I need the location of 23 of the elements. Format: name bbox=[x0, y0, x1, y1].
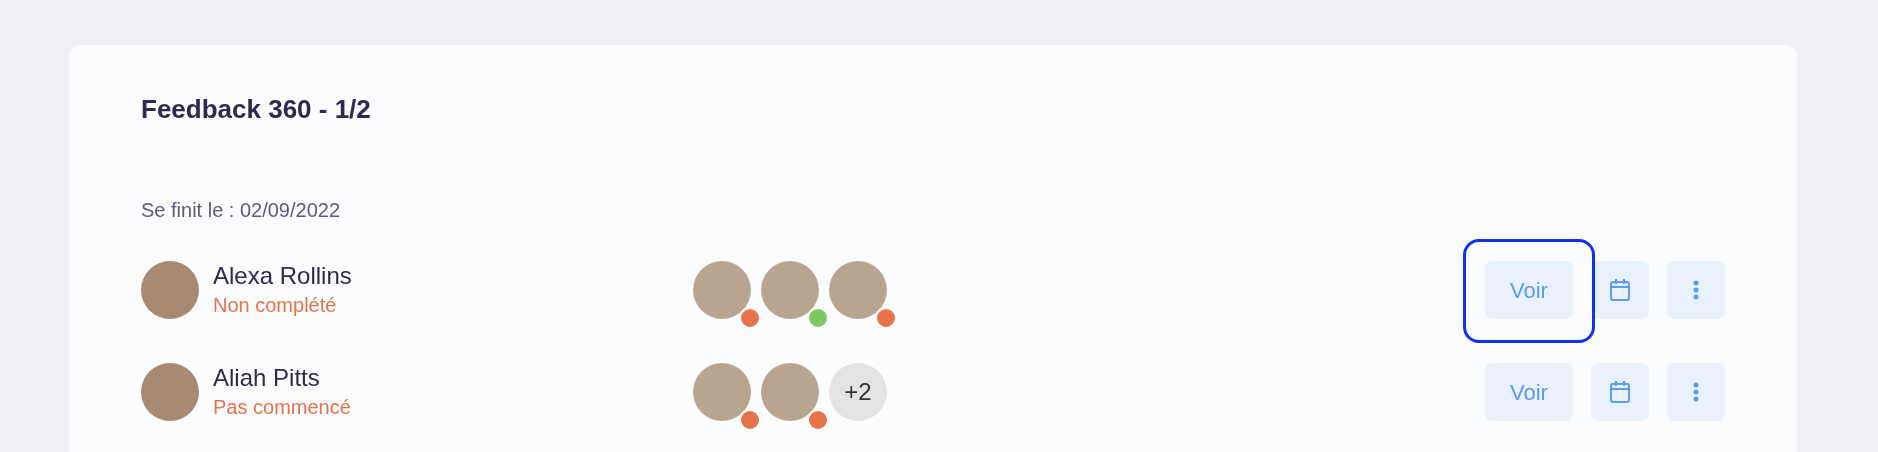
more-options-icon bbox=[1693, 382, 1699, 402]
avatar-photo-placeholder bbox=[693, 261, 751, 319]
status-text: Pas commencé bbox=[213, 395, 351, 420]
end-date: Se finit le : 02/09/2022 bbox=[141, 198, 342, 222]
more-options-icon bbox=[1693, 280, 1699, 300]
view-button[interactable]: Voir bbox=[1485, 363, 1573, 421]
avatar-photo-placeholder bbox=[829, 261, 887, 319]
avatar-photo-placeholder bbox=[141, 261, 199, 319]
card-title: Feedback 360 - 1/2 bbox=[141, 93, 372, 125]
status-text: Non complété bbox=[213, 293, 338, 318]
avatar-photo-placeholder bbox=[761, 261, 819, 319]
avatar-photo-placeholder bbox=[761, 363, 819, 421]
view-button[interactable]: Voir bbox=[1485, 261, 1573, 319]
avatar-photo-placeholder bbox=[141, 363, 199, 421]
person-name: Alexa Rollins bbox=[213, 261, 352, 291]
calendar-icon bbox=[1609, 380, 1631, 404]
calendar-button[interactable] bbox=[1591, 261, 1649, 319]
more-count: +2 bbox=[829, 363, 887, 421]
calendar-icon bbox=[1609, 278, 1631, 302]
avatar-photo-placeholder bbox=[693, 363, 751, 421]
more-options-button[interactable] bbox=[1667, 363, 1725, 421]
more-options-button[interactable] bbox=[1667, 261, 1725, 319]
person-name: Aliah Pitts bbox=[213, 363, 321, 393]
